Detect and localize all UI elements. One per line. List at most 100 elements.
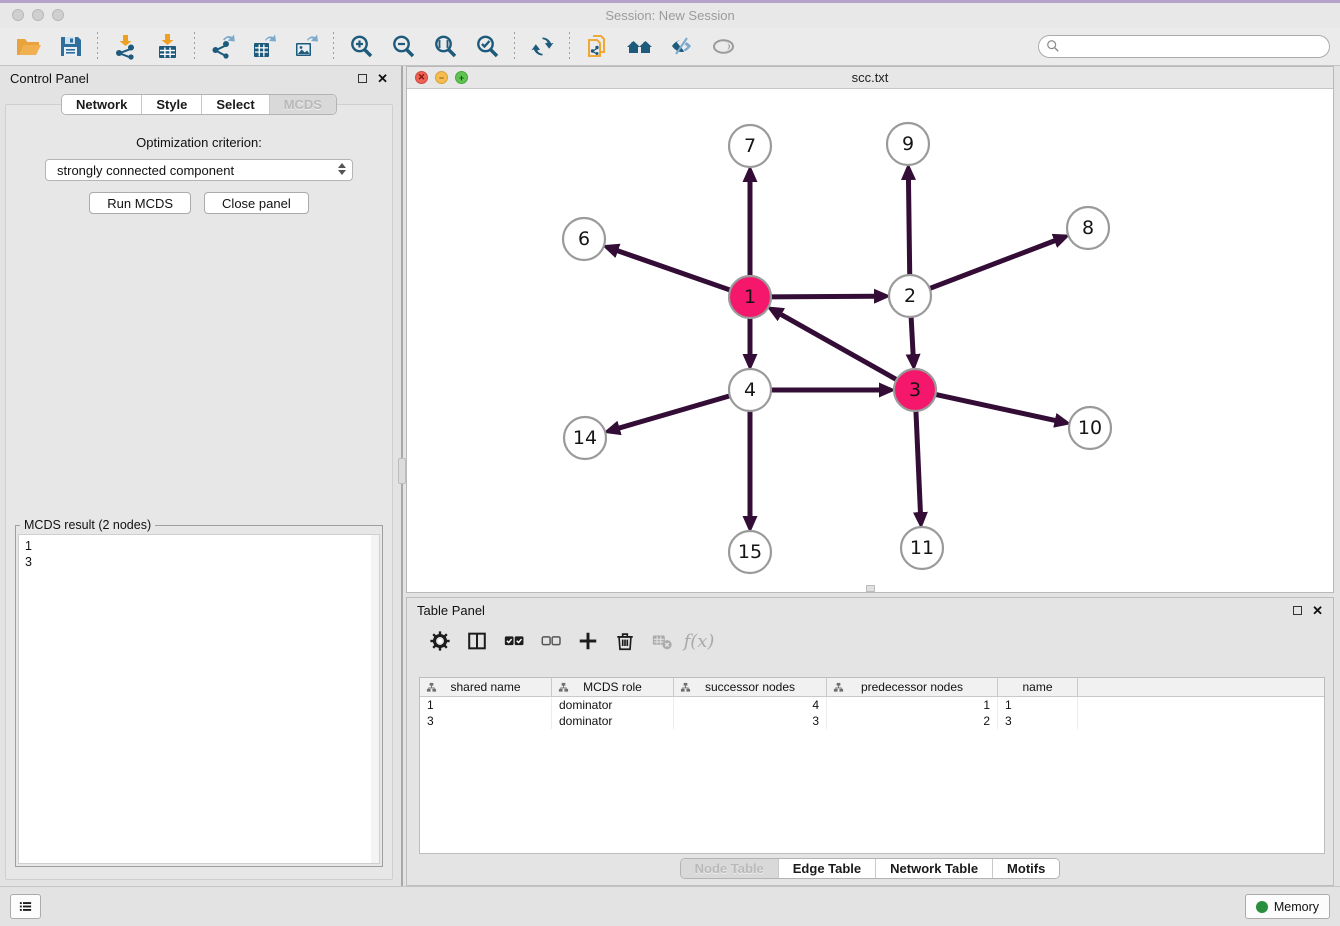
column-header-shared-name[interactable]: shared name	[420, 678, 552, 696]
cell-successor-nodes[interactable]: 3	[674, 713, 827, 729]
node-7[interactable]: 7	[729, 125, 771, 167]
edge-3-11[interactable]	[916, 408, 921, 514]
settings-button[interactable]	[425, 626, 455, 656]
result-scrollbar[interactable]	[371, 535, 379, 863]
edge-2-8[interactable]	[927, 240, 1056, 289]
minimize-window-button[interactable]	[32, 9, 44, 21]
node-10[interactable]: 10	[1069, 407, 1111, 449]
node-label: 8	[1082, 217, 1094, 239]
column-header-MCDS-role[interactable]: MCDS role	[552, 678, 674, 696]
import-network-button[interactable]	[107, 31, 143, 63]
search-input[interactable]	[1038, 35, 1330, 58]
save-session-button[interactable]	[52, 31, 88, 63]
split-columns-button[interactable]	[462, 626, 492, 656]
edge-1-6[interactable]	[616, 250, 733, 291]
zoom-selected-button[interactable]	[469, 31, 505, 63]
zoom-out-button[interactable]	[385, 31, 421, 63]
window-controls[interactable]	[12, 9, 64, 21]
select-all-button[interactable]	[499, 626, 529, 656]
float-table-panel-icon[interactable]	[1293, 606, 1302, 615]
tab-mcds[interactable]: MCDS	[270, 95, 336, 114]
cell-successor-nodes[interactable]: 4	[674, 697, 827, 713]
home-button[interactable]	[621, 31, 657, 63]
column-header-name[interactable]: name	[998, 678, 1078, 696]
table-row[interactable]: 1dominator411	[420, 697, 1324, 713]
close-window-button[interactable]	[12, 9, 24, 21]
float-panel-icon[interactable]	[358, 74, 367, 83]
fit-content-button[interactable]	[427, 31, 463, 63]
refresh-button[interactable]	[524, 31, 560, 63]
tab-network[interactable]: Network	[62, 95, 142, 114]
network-minimize-button[interactable]: −	[435, 71, 448, 84]
column-label: shared name	[450, 680, 520, 694]
node-8[interactable]: 8	[1067, 207, 1109, 249]
canvas-splitter-handle[interactable]	[866, 585, 875, 592]
network-maximize-button[interactable]: +	[455, 71, 468, 84]
table-header-row: shared name MCDS role successor nodes prede…	[420, 678, 1324, 697]
run-mcds-button[interactable]: Run MCDS	[89, 192, 191, 214]
table-row[interactable]: 3dominator323	[420, 713, 1324, 729]
edge-2-9[interactable]	[908, 178, 909, 278]
column-header-successor-nodes[interactable]: successor nodes	[674, 678, 827, 696]
app-window: Session: New Session Control Panel ✕ Net…	[0, 0, 1340, 926]
search-box[interactable]	[1038, 35, 1330, 58]
cell-MCDS-role[interactable]: dominator	[552, 697, 674, 713]
optimization-criterion-select[interactable]: strongly connected component	[45, 159, 353, 181]
edge-3-10[interactable]	[933, 394, 1057, 421]
splitter-grip[interactable]	[398, 458, 406, 484]
deselect-all-button[interactable]	[536, 626, 566, 656]
edge-3-1[interactable]	[780, 314, 900, 381]
node-6[interactable]: 6	[563, 218, 605, 260]
cell-shared-name[interactable]: 1	[420, 697, 552, 713]
deselect-all-icon	[540, 630, 562, 652]
column-header-predecessor-nodes[interactable]: predecessor nodes	[827, 678, 998, 696]
network-view-titlebar: ✕ − + scc.txt	[407, 67, 1333, 89]
tab-style[interactable]: Style	[142, 95, 202, 114]
import-table-button[interactable]	[149, 31, 185, 63]
node-3[interactable]: 3	[894, 369, 936, 411]
node-table[interactable]: shared name MCDS role successor nodes prede…	[419, 677, 1325, 854]
network-canvas[interactable]: 7 9 6 8 1 2 4 3 14 10 15 11	[407, 89, 1333, 592]
memory-button[interactable]: Memory	[1245, 894, 1330, 919]
cell-shared-name[interactable]: 3	[420, 713, 552, 729]
edge-1-2[interactable]	[768, 296, 876, 297]
hide-style-button[interactable]	[663, 31, 699, 63]
node-4[interactable]: 4	[729, 369, 771, 411]
network-close-button[interactable]: ✕	[415, 71, 428, 84]
show-task-history-button[interactable]	[10, 894, 41, 919]
delete-column-button[interactable]	[610, 626, 640, 656]
tab-network-table[interactable]: Network Table	[876, 859, 993, 878]
zoom-in-button[interactable]	[343, 31, 379, 63]
export-table-button[interactable]	[246, 31, 282, 63]
mcds-result-text[interactable]: 13	[18, 534, 380, 864]
export-image-button[interactable]	[288, 31, 324, 63]
tab-motifs[interactable]: Motifs	[993, 859, 1059, 878]
toggle-visibility-button[interactable]	[705, 31, 741, 63]
open-session-button[interactable]	[10, 31, 46, 63]
cell-name[interactable]: 3	[998, 713, 1078, 729]
node-11[interactable]: 11	[901, 527, 943, 569]
cell-MCDS-role[interactable]: dominator	[552, 713, 674, 729]
cell-predecessor-nodes[interactable]: 2	[827, 713, 998, 729]
close-panel-icon[interactable]: ✕	[377, 74, 388, 83]
cell-name[interactable]: 1	[998, 697, 1078, 713]
cell-predecessor-nodes[interactable]: 1	[827, 697, 998, 713]
close-panel-button[interactable]: Close panel	[204, 192, 309, 214]
edge-2-3[interactable]	[911, 314, 913, 356]
column-label: successor nodes	[705, 680, 795, 694]
tab-node-table[interactable]: Node Table	[681, 859, 779, 878]
add-column-button[interactable]	[573, 626, 603, 656]
tab-edge-table[interactable]: Edge Table	[779, 859, 876, 878]
export-network-button[interactable]	[204, 31, 240, 63]
close-table-panel-icon[interactable]: ✕	[1312, 606, 1323, 615]
node-1[interactable]: 1	[729, 276, 771, 318]
edge-4-14[interactable]	[618, 395, 733, 428]
duplicate-network-button[interactable]	[579, 31, 615, 63]
tab-select[interactable]: Select	[202, 95, 269, 114]
zoom-window-button[interactable]	[52, 9, 64, 21]
node-2[interactable]: 2	[889, 275, 931, 317]
node-9[interactable]: 9	[887, 123, 929, 165]
node-15[interactable]: 15	[729, 531, 771, 573]
panel-splitter[interactable]	[398, 66, 406, 886]
node-14[interactable]: 14	[564, 417, 606, 459]
